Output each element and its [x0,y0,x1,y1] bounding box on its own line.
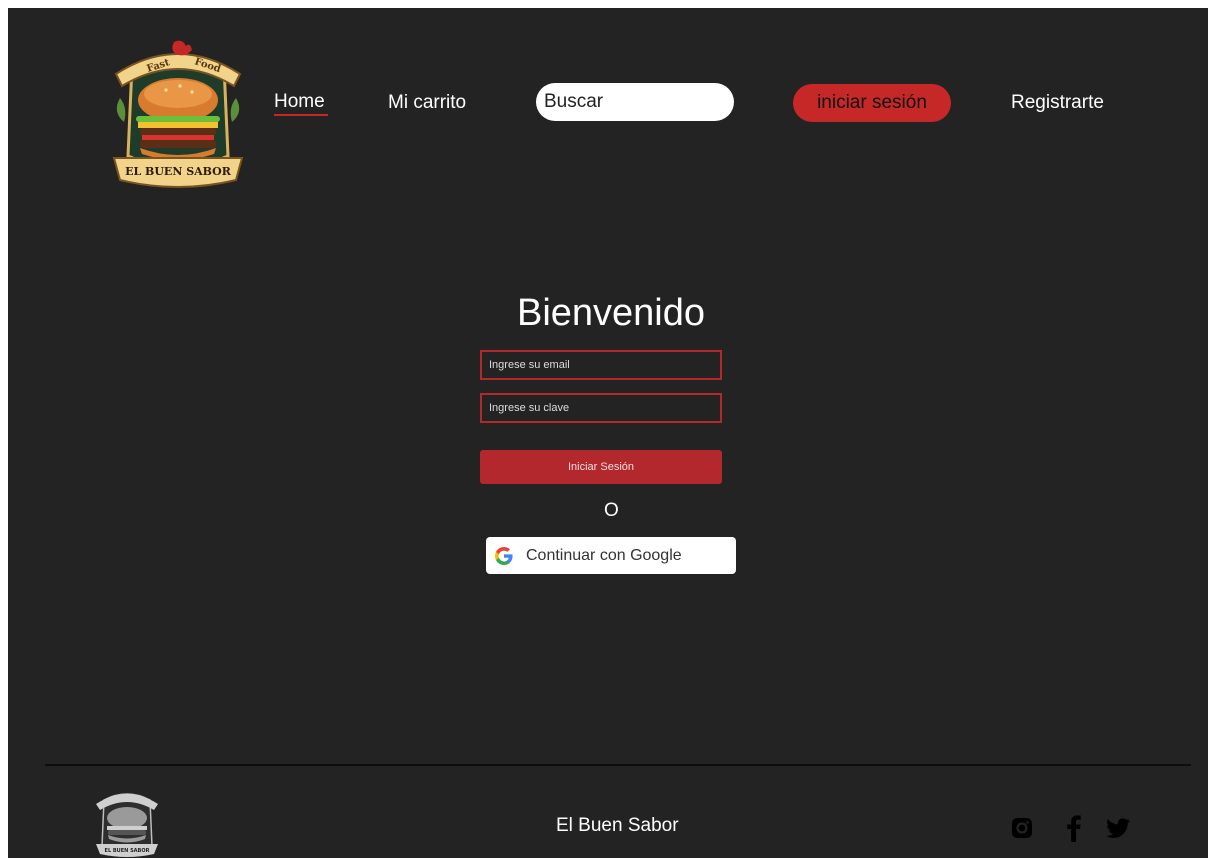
google-icon [495,546,513,565]
footer-brand-name: El Buen Sabor [556,815,679,836]
search-bar [536,83,789,121]
email-field[interactable] [480,350,722,380]
search-input[interactable] [544,91,789,113]
password-field[interactable] [480,393,722,423]
footer-logo[interactable]: EL BUEN SABOR [92,786,162,858]
login-submit-button[interactable]: Iniciar Sesión [480,450,722,484]
page: Fast Food EL BUEN SABOR Home Mi carrito … [8,8,1208,858]
nav-home-active-indicator [274,114,328,116]
nav-home-link[interactable]: Home [274,91,325,113]
footer-divider [45,764,1191,766]
or-separator: O [604,500,619,521]
footer-logo-text: EL BUEN SABOR [105,848,150,854]
twitter-icon[interactable] [1104,812,1132,842]
nav-cart-link[interactable]: Mi carrito [388,92,466,114]
facebook-icon[interactable] [1060,812,1088,842]
google-button-label: Continuar con Google [526,546,682,564]
page-title: Bienvenido [516,292,706,334]
logo-banner-text: EL BUEN SABOR [125,165,232,178]
login-nav-button[interactable]: iniciar sesión [793,84,951,122]
brand-logo[interactable]: Fast Food EL BUEN SABOR [110,38,246,192]
google-login-button[interactable]: Continuar con Google [486,537,736,574]
instagram-icon[interactable] [1008,812,1036,842]
nav-register-link[interactable]: Registrarte [1011,92,1104,114]
